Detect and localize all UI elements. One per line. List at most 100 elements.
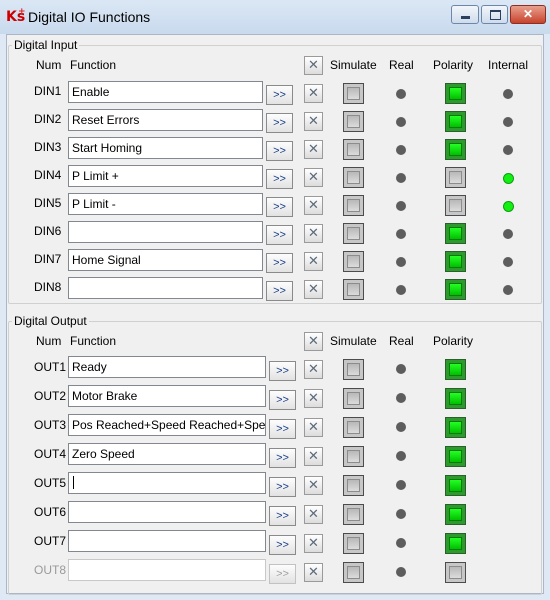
din-assign-button[interactable]: >> — [266, 141, 293, 161]
din-function-field[interactable]: Home Signal — [68, 249, 263, 271]
din-simulate-toggle[interactable] — [343, 223, 364, 244]
out-simulate-toggle[interactable] — [343, 504, 364, 525]
din-internal-led — [503, 201, 514, 212]
out-assign-button[interactable]: >> — [269, 419, 296, 439]
out-polarity-toggle[interactable] — [445, 417, 466, 438]
din-simulate-toggle[interactable] — [343, 167, 364, 188]
din-assign-button[interactable]: >> — [266, 197, 293, 217]
out-simulate-toggle[interactable] — [343, 417, 364, 438]
din-polarity-toggle[interactable] — [445, 251, 466, 272]
out-assign-button[interactable]: >> — [269, 448, 296, 468]
din-assign-button[interactable]: >> — [266, 225, 293, 245]
din-assign-button[interactable]: >> — [266, 281, 293, 301]
minimize-button[interactable] — [451, 5, 479, 24]
out-clear-icon[interactable]: ✕ — [304, 505, 323, 524]
din-assign-button[interactable]: >> — [266, 113, 293, 133]
din-function-field[interactable] — [68, 221, 263, 243]
din-clear-icon[interactable]: ✕ — [304, 196, 323, 215]
out-function-field[interactable]: Zero Speed — [68, 443, 266, 465]
din-polarity-toggle[interactable] — [445, 139, 466, 160]
din-internal-led — [503, 89, 513, 99]
din-polarity-toggle[interactable] — [445, 167, 466, 188]
din-simulate-toggle[interactable] — [343, 139, 364, 160]
din-assign-button[interactable]: >> — [266, 85, 293, 105]
din-function-field[interactable]: P Limit - — [68, 193, 263, 215]
output-header-function: Function — [70, 334, 117, 348]
out-simulate-toggle[interactable] — [343, 359, 364, 380]
out-polarity-toggle[interactable] — [445, 562, 466, 583]
out-function-field[interactable] — [68, 501, 266, 523]
din-assign-button[interactable]: >> — [266, 253, 293, 273]
din-simulate-toggle[interactable] — [343, 195, 364, 216]
din-clear-icon[interactable]: ✕ — [304, 224, 323, 243]
out-label: OUT3 — [34, 418, 67, 432]
out-clear-icon[interactable]: ✕ — [304, 534, 323, 553]
out-label: OUT1 — [34, 360, 67, 374]
out-function-field[interactable] — [68, 472, 266, 494]
din-clear-icon[interactable]: ✕ — [304, 280, 323, 299]
out-assign-button[interactable]: >> — [269, 535, 296, 555]
out-polarity-toggle[interactable] — [445, 359, 466, 380]
din-function-field[interactable]: Enable — [68, 81, 263, 103]
out-simulate-toggle[interactable] — [343, 446, 364, 467]
maximize-button[interactable] — [481, 5, 508, 24]
din-simulate-toggle[interactable] — [343, 111, 364, 132]
out-function-field[interactable]: Ready — [68, 356, 266, 378]
din-clear-icon[interactable]: ✕ — [304, 168, 323, 187]
din-polarity-toggle[interactable] — [445, 223, 466, 244]
din-simulate-toggle[interactable] — [343, 279, 364, 300]
out-clear-icon[interactable]: ✕ — [304, 418, 323, 437]
din-real-led — [396, 117, 406, 127]
out-polarity-toggle[interactable] — [445, 475, 466, 496]
out-clear-icon[interactable]: ✕ — [304, 476, 323, 495]
din-function-field[interactable]: Start Homing — [68, 137, 263, 159]
out-clear-icon[interactable]: ✕ — [304, 563, 323, 582]
din-function-field[interactable]: P Limit + — [68, 165, 263, 187]
din-clear-icon[interactable]: ✕ — [304, 140, 323, 159]
din-simulate-toggle[interactable] — [343, 251, 364, 272]
out-assign-button[interactable]: >> — [269, 477, 296, 497]
out-simulate-toggle[interactable] — [343, 388, 364, 409]
out-polarity-toggle[interactable] — [445, 388, 466, 409]
din-real-led — [396, 89, 406, 99]
out-simulate-toggle[interactable] — [343, 562, 364, 583]
din-simulate-toggle[interactable] — [343, 83, 364, 104]
din-polarity-toggle[interactable] — [445, 111, 466, 132]
out-function-field[interactable]: Pos Reached+Speed Reached+Spee — [68, 414, 266, 436]
out-real-led — [396, 480, 406, 490]
out-simulate-toggle[interactable] — [343, 533, 364, 554]
input-header-internal: Internal — [488, 58, 529, 72]
out-function-field[interactable] — [68, 530, 266, 552]
out-clear-icon[interactable]: ✕ — [304, 447, 323, 466]
din-label: DIN3 — [34, 140, 62, 154]
out-function-field[interactable] — [68, 559, 266, 581]
digital-output-title: Digital Output — [12, 314, 89, 328]
clear-all-outputs-button[interactable]: ✕ — [304, 332, 323, 351]
out-assign-button[interactable]: >> — [269, 506, 296, 526]
clear-all-inputs-button[interactable]: ✕ — [304, 56, 323, 75]
din-function-field[interactable]: Reset Errors — [68, 109, 263, 131]
din-clear-icon[interactable]: ✕ — [304, 112, 323, 131]
out-polarity-toggle[interactable] — [445, 446, 466, 467]
out-assign-button[interactable]: >> — [269, 361, 296, 381]
out-function-field[interactable]: Motor Brake — [68, 385, 266, 407]
din-clear-icon[interactable]: ✕ — [304, 252, 323, 271]
din-polarity-toggle[interactable] — [445, 83, 466, 104]
din-polarity-toggle[interactable] — [445, 195, 466, 216]
out-clear-icon[interactable]: ✕ — [304, 360, 323, 379]
output-header-simulate: Simulate — [330, 334, 377, 348]
din-polarity-toggle[interactable] — [445, 279, 466, 300]
out-assign-button[interactable]: >> — [269, 390, 296, 410]
output-header-num: Num — [36, 334, 62, 348]
out-simulate-toggle[interactable] — [343, 475, 364, 496]
din-function-field[interactable] — [68, 277, 263, 299]
close-button[interactable] — [510, 5, 546, 24]
out-polarity-toggle[interactable] — [445, 533, 466, 554]
out-assign-button[interactable]: >> — [269, 564, 296, 584]
out-polarity-toggle[interactable] — [445, 504, 466, 525]
out-label: OUT6 — [34, 505, 67, 519]
out-clear-icon[interactable]: ✕ — [304, 389, 323, 408]
din-clear-icon[interactable]: ✕ — [304, 84, 323, 103]
din-assign-button[interactable]: >> — [266, 169, 293, 189]
out-real-led — [396, 538, 406, 548]
